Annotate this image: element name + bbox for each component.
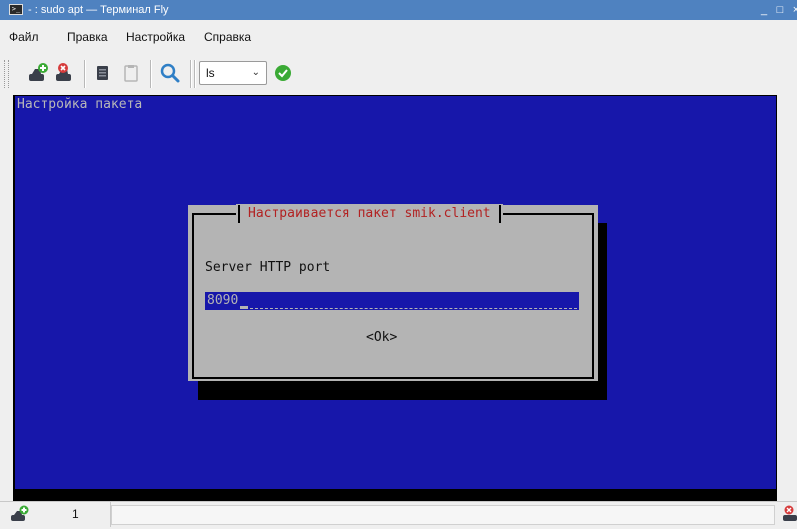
- terminal-header-text: Настройка пакета: [17, 97, 143, 112]
- window-title: - : sudo apt — Терминал Fly: [28, 4, 169, 16]
- toolbar: [0, 54, 797, 95]
- minimize-button[interactable]: _: [757, 3, 771, 17]
- port-input[interactable]: 8090: [205, 292, 579, 310]
- close-button[interactable]: ×: [789, 3, 797, 17]
- input-underline: [250, 308, 577, 309]
- tab-session-1[interactable]: 1: [38, 502, 111, 527]
- dialog-title-box: Настраивается пакет smik.client: [236, 204, 503, 224]
- package-config-dialog: Настраивается пакет smik.client Server H…: [188, 204, 598, 381]
- text-cursor: [240, 306, 248, 309]
- search-icon[interactable]: [159, 62, 181, 84]
- command-combo-value: ls: [206, 66, 215, 80]
- toolbar-grip[interactable]: [4, 60, 9, 88]
- menu-settings[interactable]: Настройка: [126, 20, 185, 54]
- port-input-value: 8090: [205, 292, 241, 310]
- toolbar-separator: [150, 60, 151, 88]
- tab-label: 1: [72, 507, 79, 521]
- chevron-down-icon[interactable]: ⌄: [252, 62, 260, 84]
- tab-bar-empty-area: [111, 505, 775, 525]
- terminal-scrollbar[interactable]: [778, 95, 797, 501]
- terminal-app-icon: >_: [9, 4, 23, 15]
- toolbar-separator: [190, 60, 191, 88]
- close-session-icon[interactable]: [54, 62, 76, 84]
- toolbar-separator: [194, 60, 195, 88]
- toolbar-separator: [84, 60, 85, 88]
- close-tab-icon[interactable]: [779, 505, 797, 524]
- menu-bar: Файл Правка Настройка Справка: [0, 20, 797, 54]
- menu-help[interactable]: Справка: [204, 20, 251, 54]
- dialog-prompt: Server HTTP port: [205, 260, 331, 275]
- menu-edit[interactable]: Правка: [67, 20, 108, 54]
- new-tab-icon[interactable]: [9, 505, 31, 524]
- window-titlebar[interactable]: >_ - : sudo apt — Терминал Fly _ □ ×: [0, 0, 797, 20]
- menu-file[interactable]: Файл: [9, 20, 39, 54]
- dialog-title: Настраивается пакет smik.client: [248, 206, 491, 221]
- new-session-icon[interactable]: [27, 62, 49, 84]
- copy-icon[interactable]: [92, 62, 114, 84]
- terminal-screen[interactable]: Настройка пакета Настраивается пакет smi…: [15, 96, 776, 489]
- command-combo[interactable]: ls ⌄: [199, 61, 267, 85]
- title-right-bar: [498, 205, 501, 223]
- run-command-icon[interactable]: [272, 62, 294, 84]
- session-tab-bar: 1: [0, 501, 797, 527]
- maximize-button[interactable]: □: [773, 3, 787, 17]
- paste-icon[interactable]: [120, 62, 142, 84]
- ok-button[interactable]: <Ok>: [366, 330, 397, 346]
